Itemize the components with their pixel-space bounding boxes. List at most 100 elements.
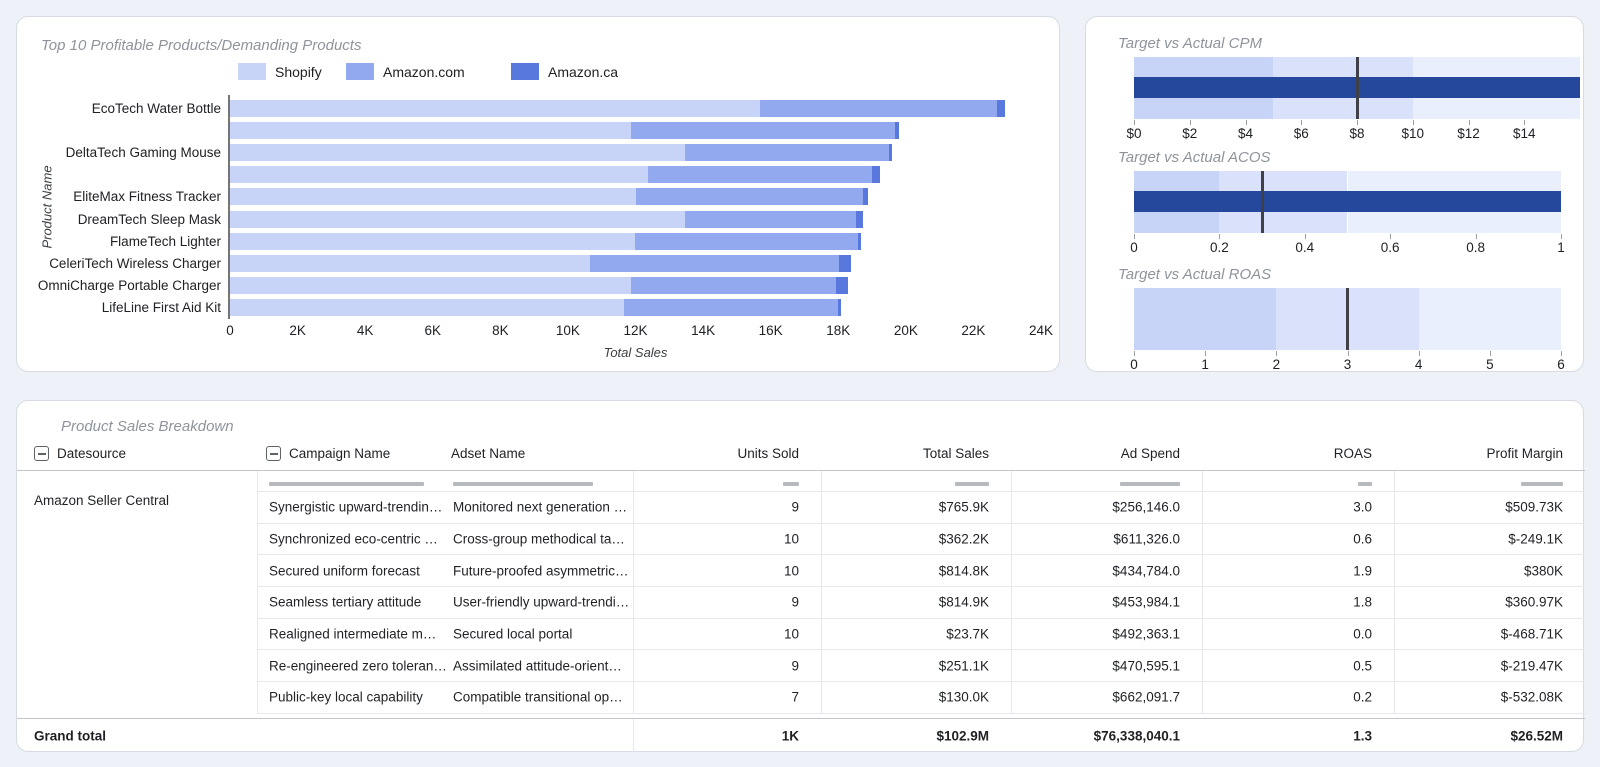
bar-segment-shopify[interactable]: [228, 144, 685, 161]
cell-profit-margin: $-249.1K: [1508, 532, 1563, 547]
bar-segment-amazon-ca[interactable]: [997, 100, 1005, 117]
datesource-group-value[interactable]: Amazon Seller Central: [34, 493, 169, 508]
bar-segment-amazon-ca[interactable]: [895, 122, 898, 139]
axis-tick-label: 1: [1201, 357, 1209, 372]
x-axis-tick-label: 14K: [691, 323, 715, 338]
column-header-campaign-name[interactable]: Campaign Name: [266, 446, 390, 461]
clipped-partial-row: [258, 471, 1585, 492]
bullet-track[interactable]: [1134, 171, 1561, 233]
axis-tick-mark: [1390, 234, 1391, 239]
axis-tick-label: $10: [1401, 126, 1424, 141]
cell-adset-name: Monitored next generation …: [453, 500, 627, 515]
axis-tick-mark: [1219, 234, 1220, 239]
column-header-roas[interactable]: ROAS: [1334, 446, 1372, 461]
legend-item-shopify[interactable]: Shopify: [238, 63, 322, 80]
bar-segment-amazon-com[interactable]: [631, 122, 895, 139]
bar-segment-amazon-com[interactable]: [648, 166, 872, 183]
bullet-chart-title: Target vs Actual ACOS: [1118, 149, 1583, 166]
table-row[interactable]: Synergistic upward-trendin…Monitored nex…: [258, 492, 1585, 524]
bullet-track[interactable]: [1134, 288, 1561, 350]
bar-segment-amazon-com[interactable]: [624, 299, 837, 316]
column-header-units-sold[interactable]: Units Sold: [737, 446, 799, 461]
bar-category-label: DeltaTech Gaming Mouse: [17, 145, 228, 160]
table-row[interactable]: Synchronized eco-centric …Cross-group me…: [258, 524, 1585, 556]
clipped-row-text-sliver: [453, 482, 593, 486]
bar-segment-amazon-com[interactable]: [685, 144, 888, 161]
cell-roas: 1.8: [1353, 595, 1372, 610]
axis-tick-mark: [1134, 234, 1135, 239]
x-axis-tick-label: 0: [226, 323, 234, 338]
column-separator: [1202, 471, 1203, 714]
cell-units-sold: 10: [784, 532, 799, 547]
legend-item-amazon-com[interactable]: Amazon.com: [346, 63, 465, 80]
bar-segment-shopify[interactable]: [228, 166, 648, 183]
bar-row: [17, 164, 1041, 186]
x-axis-tick-label: 10K: [556, 323, 580, 338]
bar-segment-shopify[interactable]: [228, 255, 590, 272]
column-header-ad-spend[interactable]: Ad Spend: [1121, 446, 1180, 461]
bar-segment-shopify[interactable]: [228, 188, 636, 205]
bar-segment-shopify[interactable]: [228, 122, 631, 139]
table-row[interactable]: Re-engineered zero toleran…Assimilated a…: [258, 650, 1585, 682]
bar-segment-amazon-ca[interactable]: [839, 255, 851, 272]
bar-segment-amazon-ca[interactable]: [863, 188, 868, 205]
legend-item-amazon-ca[interactable]: Amazon.ca: [511, 63, 618, 80]
bar-row: EliteMax Fitness Tracker: [17, 186, 1041, 208]
bullet-track[interactable]: [1134, 57, 1580, 119]
column-header-datesource[interactable]: Datesource: [34, 446, 126, 461]
cell-adset-name: Compatible transitional op…: [453, 690, 623, 705]
column-header-profit-margin[interactable]: Profit Margin: [1486, 446, 1563, 461]
bar-segment-amazon-ca[interactable]: [838, 299, 841, 316]
clipped-row-text-sliver: [1521, 482, 1563, 486]
bar-segment-amazon-ca[interactable]: [889, 144, 892, 161]
bar-segment-shopify[interactable]: [228, 299, 624, 316]
bar-segment-shopify[interactable]: [228, 277, 631, 294]
x-axis-tick-label: 8K: [492, 323, 509, 338]
table-row[interactable]: Public-key local capability Compatible tr…: [258, 682, 1585, 714]
cell-units-sold: 10: [784, 563, 799, 578]
bullet-axis: 00.20.40.60.81: [1134, 233, 1561, 257]
cell-roas: 0.2: [1353, 690, 1372, 705]
table-row[interactable]: Secured uniform forecastFuture-proofed a…: [258, 555, 1585, 587]
axis-tick-mark: [1413, 120, 1414, 125]
column-separator: [633, 471, 634, 714]
collapse-icon[interactable]: [34, 446, 49, 461]
table-card: Product Sales Breakdown DatesourceCampai…: [16, 400, 1584, 752]
column-header-adset-name[interactable]: Adset Name: [451, 446, 525, 461]
bar-segment-amazon-com[interactable]: [631, 277, 836, 294]
bar-segment-amazon-ca[interactable]: [872, 166, 880, 183]
bar-category-label: OmniCharge Portable Charger: [17, 278, 228, 293]
axis-tick-mark: [1357, 120, 1358, 125]
bar-segment-shopify[interactable]: [228, 211, 685, 228]
bar-segment-amazon-ca[interactable]: [856, 211, 863, 228]
column-header-total-sales[interactable]: Total Sales: [923, 446, 989, 461]
bullet-charts-card: Target vs Actual CPM$0$2$4$6$8$10$12$14T…: [1085, 16, 1584, 372]
grand-total-sales: $102.9M: [936, 729, 989, 744]
collapse-icon[interactable]: [266, 446, 281, 461]
table-row[interactable]: Seamless tertiary attitudeUser-friendly …: [258, 587, 1585, 619]
cell-roas: 0.6: [1353, 532, 1372, 547]
bar-category-label: EliteMax Fitness Tracker: [17, 189, 228, 204]
bar-row: DeltaTech Gaming Mouse: [17, 141, 1041, 163]
bar-segment-amazon-com[interactable]: [635, 233, 859, 250]
bar-segment-amazon-ca[interactable]: [836, 277, 848, 294]
cell-campaign-name: Public-key local capability: [269, 690, 423, 705]
bar-segment-shopify[interactable]: [228, 100, 760, 117]
bar-segment-amazon-com[interactable]: [760, 100, 997, 117]
bar-category-label: FlameTech Lighter: [17, 234, 228, 249]
x-axis-tick-label: 16K: [759, 323, 783, 338]
bar-segment-amazon-com[interactable]: [590, 255, 839, 272]
bar-segment-shopify[interactable]: [228, 233, 635, 250]
cell-units-sold: 9: [791, 658, 799, 673]
axis-tick-label: $8: [1349, 126, 1364, 141]
x-axis-tick-label: 24K: [1029, 323, 1053, 338]
axis-tick-mark: [1205, 351, 1206, 356]
bar-segment-amazon-com[interactable]: [636, 188, 863, 205]
column-header-label: Datesource: [57, 446, 126, 461]
axis-tick-label: 0.8: [1466, 240, 1485, 255]
table-row[interactable]: Realigned intermediate m…Secured local p…: [258, 619, 1585, 651]
bar-segment-amazon-ca[interactable]: [858, 233, 861, 250]
column-header-label: Profit Margin: [1486, 446, 1563, 461]
bullet-target-marker: [1356, 57, 1359, 119]
bar-segment-amazon-com[interactable]: [685, 211, 856, 228]
